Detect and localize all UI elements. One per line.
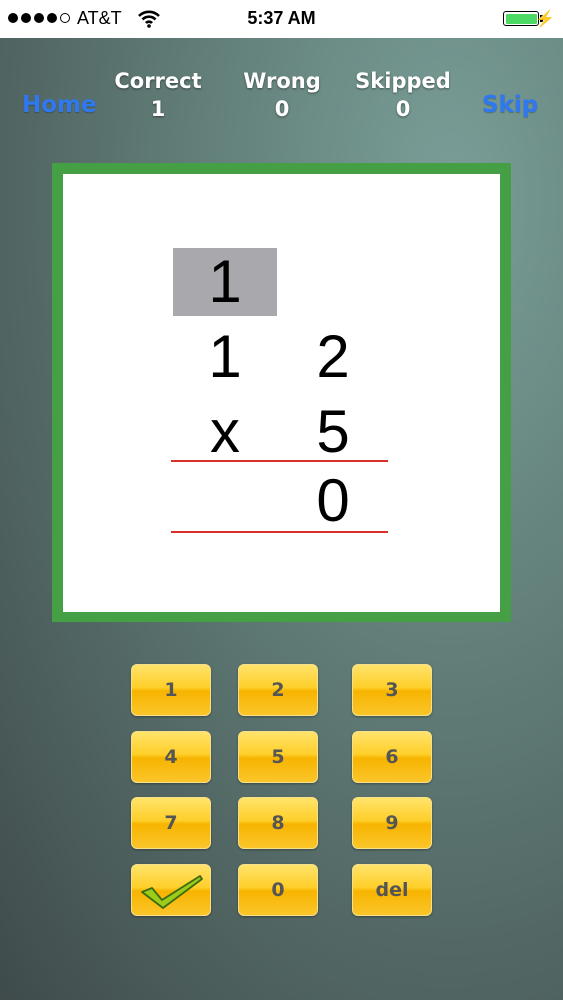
stat-correct-value: 1 [150, 97, 166, 121]
skip-button[interactable]: Skip [482, 92, 538, 118]
status-bar: AT&T 5:37 AM ⚡ [0, 0, 563, 38]
key-6[interactable]: 6 [352, 731, 432, 783]
stat-wrong: Wrong 0 [222, 68, 342, 124]
product-rule [171, 460, 388, 462]
key-8[interactable]: 8 [238, 797, 318, 849]
battery-icon [503, 11, 539, 26]
problem-area: 1 1 2 x 5 0 [63, 174, 500, 612]
problem-card: 1 1 2 x 5 0 [52, 163, 511, 622]
checkmark-icon [141, 875, 203, 909]
submit-button[interactable] [131, 864, 211, 916]
stat-skipped-label: Skipped [355, 69, 451, 93]
answer-rule [171, 531, 388, 533]
home-button[interactable]: Home [22, 92, 97, 118]
stat-correct: Correct 1 [98, 68, 218, 124]
key-9[interactable]: 9 [352, 797, 432, 849]
carry-box[interactable]: 1 [173, 248, 277, 316]
key-1[interactable]: 1 [131, 664, 211, 716]
key-4[interactable]: 4 [131, 731, 211, 783]
stat-skipped-value: 0 [395, 97, 411, 121]
battery-fill [505, 13, 537, 24]
answer-ones-digit[interactable]: 0 [303, 468, 363, 534]
key-0[interactable]: 0 [238, 864, 318, 916]
top-tens-digit: 1 [208, 323, 242, 390]
bottom-digit: 5 [316, 398, 350, 465]
charging-bolt-icon: ⚡ [535, 11, 555, 28]
key-5[interactable]: 5 [238, 731, 318, 783]
multiply-operator: x [210, 398, 240, 465]
key-3[interactable]: 3 [352, 664, 432, 716]
stat-skipped: Skipped 0 [343, 68, 463, 124]
top-ones-digit: 2 [316, 323, 350, 390]
clock: 5:37 AM [247, 8, 316, 28]
stat-wrong-value: 0 [274, 97, 290, 121]
stat-wrong-label: Wrong [243, 69, 321, 93]
key-7[interactable]: 7 [131, 797, 211, 849]
key-2[interactable]: 2 [238, 664, 318, 716]
stat-correct-label: Correct [114, 69, 202, 93]
delete-button[interactable]: del [352, 864, 432, 916]
